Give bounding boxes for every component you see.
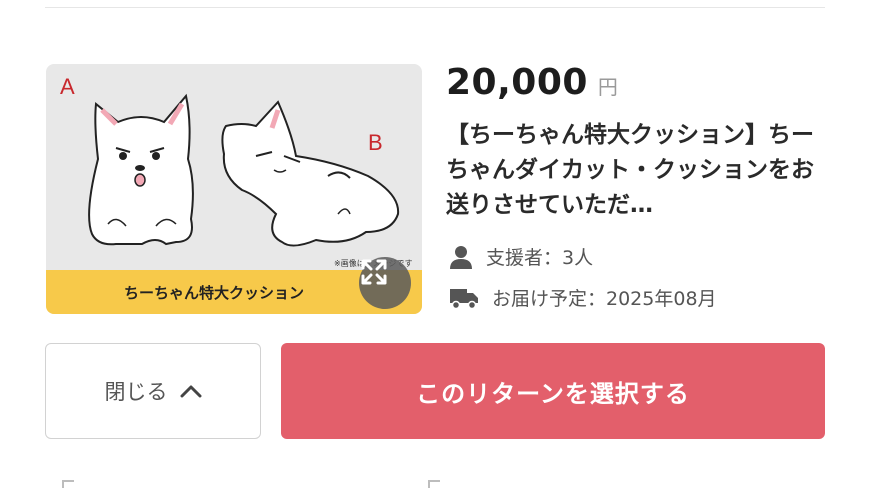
cushion-illustration: [88, 93, 400, 247]
next-card-edge-right: [428, 480, 440, 488]
price-amount: 20,000: [446, 62, 588, 103]
variant-b-label: B: [368, 130, 383, 155]
next-card-edge-left: [62, 480, 74, 488]
select-label: このリターンを選択する: [416, 379, 690, 408]
banner-text: ちーちゃん特大クッション: [123, 283, 304, 302]
reward-price: 20,000 円: [446, 62, 618, 103]
close-button[interactable]: 閉じる: [45, 343, 261, 439]
person-icon: [450, 245, 472, 269]
delivery-row: お届け予定：2025年08月: [450, 284, 717, 311]
delivery-date: お届け予定：2025年08月: [492, 288, 717, 310]
select-reward-button[interactable]: このリターンを選択する: [281, 343, 825, 439]
top-divider: [45, 7, 825, 8]
expand-image-button[interactable]: [359, 257, 411, 309]
supporters-count: 支援者：3人: [486, 247, 594, 269]
close-label: 閉じる: [104, 380, 168, 404]
chevron-up-icon: [180, 385, 201, 398]
variant-a-label: A: [60, 74, 75, 99]
truck-icon: [450, 288, 478, 309]
expand-icon: [361, 259, 387, 285]
reward-title: 【ちーちゃん特大クッション】ちーちゃんダイカット・クッションをお送りさせていただ…: [446, 122, 814, 218]
supporters-row: 支援者：3人: [450, 243, 593, 270]
price-unit: 円: [597, 75, 618, 99]
reward-thumbnail[interactable]: A B ※画像はイメージです ちーちゃん特大クッション: [46, 64, 422, 314]
